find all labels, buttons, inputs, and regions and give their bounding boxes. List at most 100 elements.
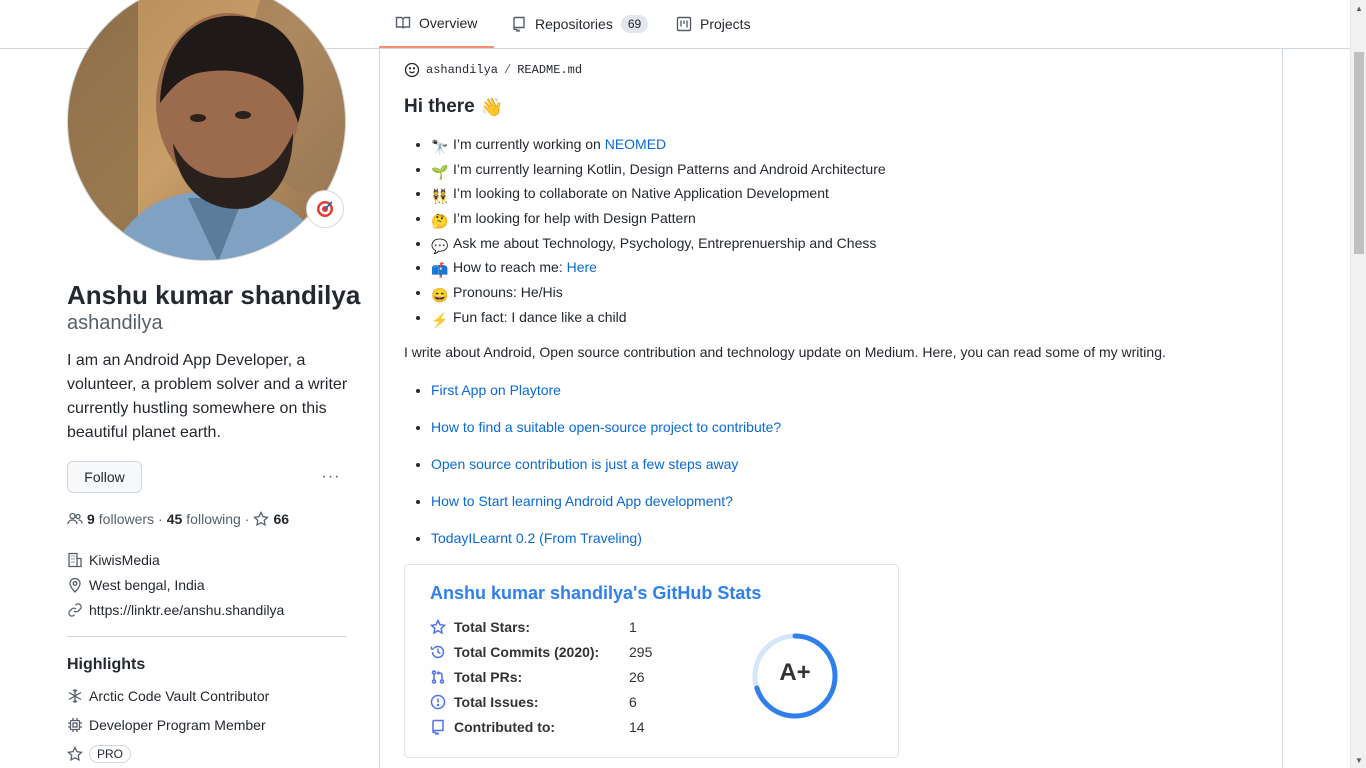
following-link[interactable]: 45 following (167, 511, 241, 527)
more-options-button[interactable]: ··· (318, 466, 344, 488)
followers-link[interactable]: 9 followers (87, 511, 154, 527)
stat-total-prs: Total PRs: 26 (430, 669, 645, 685)
zap-icon: ⚡ (431, 311, 449, 328)
smile-icon: 😄 (431, 287, 449, 304)
repo-icon (432, 719, 444, 735)
path-separator: / (504, 63, 512, 77)
organization-icon (68, 552, 82, 568)
project-icon (676, 16, 692, 32)
list-item: Open source contribution is just a few s… (431, 453, 781, 490)
list-item: 📫How to reach me: Here (431, 256, 886, 281)
tab-repositories[interactable]: Repositories 69 (511, 0, 649, 48)
highlights-title: Highlights (67, 656, 146, 673)
reach-me-link[interactable]: Here (567, 259, 597, 275)
thinking-face-icon: 🤔 (431, 213, 449, 230)
cpu-icon (68, 718, 82, 732)
history-icon (430, 645, 445, 659)
list-item: 👯I’m looking to collaborate on Native Ap… (431, 182, 886, 207)
followers-label: followers (98, 511, 155, 527)
issue-icon (430, 694, 446, 710)
following-label: following (186, 511, 241, 527)
mailbox-icon: 📫 (431, 262, 449, 279)
stars-link[interactable]: 66 (253, 511, 289, 527)
follow-button[interactable]: Follow (67, 461, 142, 493)
highlight-label: Developer Program Member (89, 717, 266, 733)
highlight-pro[interactable]: PRO (67, 745, 132, 763)
star-icon (67, 746, 83, 762)
articles-list: First App on Playtore How to find a suit… (431, 379, 781, 564)
seedling-icon: 🌱 (431, 163, 449, 180)
scrollbar-thumb[interactable] (1354, 52, 1364, 254)
waving-hand-icon: 👋 (480, 96, 504, 117)
list-item: How to Start learning Android App develo… (431, 490, 781, 527)
divider (67, 636, 347, 637)
stat-contributed-to: Contributed to: 14 (430, 719, 645, 735)
tab-overview[interactable]: Overview (379, 0, 494, 48)
readme-paragraph: I write about Android, Open source contr… (404, 344, 1166, 360)
dart-target-icon (317, 201, 333, 217)
page-scrollbar[interactable]: ▲ ▼ (1350, 0, 1366, 768)
list-item: 😄Pronouns: He/His (431, 281, 886, 306)
readme-bullets: 🔭I’m currently working on NEOMED 🌱I’m cu… (431, 133, 886, 331)
stats-title: Anshu kumar shandilya's GitHub Stats (430, 583, 762, 603)
readme-owner-link[interactable]: ashandilya (426, 63, 498, 77)
list-item: 💬Ask me about Technology, Psychology, En… (431, 232, 886, 257)
stat-total-commits: Total Commits (2020): 295 (430, 644, 652, 660)
list-item: TodayILearnt 0.2 (From Traveling) (431, 527, 781, 564)
list-item: First App on Playtore (431, 379, 781, 416)
readme-filename: README.md (517, 63, 583, 77)
list-item: 🤔I’m looking for help with Design Patter… (431, 207, 886, 232)
telescope-icon: 🔭 (431, 139, 449, 155)
profile-company: KiwisMedia (67, 552, 160, 568)
article-link[interactable]: How to Start learning Android App develo… (431, 493, 733, 509)
highlight-arctic-vault[interactable]: Arctic Code Vault Contributor (67, 688, 269, 704)
readme-header: ashandilya / README.md (404, 62, 582, 78)
book-icon (395, 16, 411, 29)
neomed-link[interactable]: NEOMED (605, 136, 666, 152)
profile-name: Anshu kumar shandilya (67, 280, 361, 310)
stars-count: 66 (273, 511, 290, 527)
scroll-down-arrow-icon[interactable]: ▼ (1351, 752, 1366, 768)
people-icon (67, 512, 83, 525)
following-count: 45 (166, 511, 183, 527)
list-item: 🌱I’m currently learning Kotlin, Design P… (431, 158, 886, 183)
repo-icon (513, 16, 525, 32)
dancers-icon: 👯 (431, 188, 449, 205)
social-counts: 9 followers · 45 following · 66 (67, 511, 289, 527)
list-item: How to find a suitable open-source proje… (431, 416, 781, 453)
profile-bio: I am an Android App Developer, a volunte… (67, 352, 348, 441)
profile-location: West bengal, India (67, 577, 205, 593)
list-item: 🔭I’m currently working on NEOMED (431, 133, 886, 158)
followers-count: 9 (87, 511, 95, 527)
stat-total-stars: Total Stars: 1 (430, 619, 637, 635)
tab-overview-label: Overview (419, 15, 478, 31)
article-link[interactable]: How to find a suitable open-source proje… (431, 419, 781, 435)
highlight-developer-program[interactable]: Developer Program Member (67, 717, 266, 733)
status-badge[interactable] (306, 190, 344, 228)
star-icon (253, 511, 270, 527)
article-link[interactable]: First App on Playtore (431, 382, 561, 398)
article-link[interactable]: TodayILearnt 0.2 (From Traveling) (431, 530, 642, 546)
star-icon (430, 619, 446, 635)
tab-projects[interactable]: Projects (676, 0, 751, 48)
rank-grade: A+ (779, 659, 811, 686)
highlight-label: Arctic Code Vault Contributor (89, 688, 270, 704)
link-icon (68, 603, 82, 617)
avatar[interactable] (67, 0, 346, 261)
smiley-icon (404, 62, 420, 78)
snowflake-icon (68, 689, 82, 703)
company-label: KiwisMedia (89, 552, 160, 568)
article-link[interactable]: Open source contribution is just a few s… (431, 456, 738, 472)
tab-repositories-label: Repositories (535, 16, 613, 32)
pull-request-icon (431, 670, 445, 684)
website-link[interactable]: https://linktr.ee/anshu.shandilya (89, 602, 284, 618)
pro-badge: PRO (89, 745, 132, 763)
readme-heading-text: Hi there (404, 96, 475, 117)
repositories-count-badge: 69 (620, 15, 649, 33)
speech-balloon-icon: 💬 (431, 237, 449, 254)
stat-total-issues: Total Issues: 6 (430, 694, 637, 710)
profile-login: ashandilya (67, 312, 163, 334)
scroll-up-arrow-icon[interactable]: ▲ (1351, 0, 1366, 16)
github-stats-card[interactable]: Anshu kumar shandilya's GitHub Stats Tot… (404, 564, 899, 758)
readme-heading: Hi there 👋 (404, 96, 503, 118)
